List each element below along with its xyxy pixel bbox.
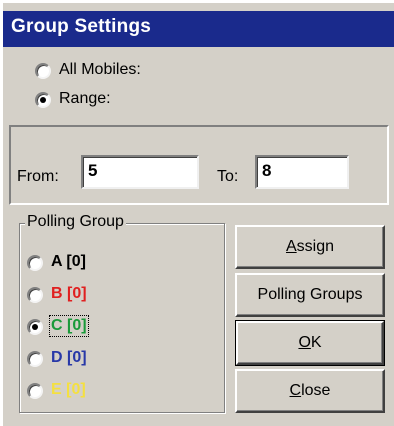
group-c-radio[interactable] [27, 319, 43, 335]
from-input[interactable]: 5 [81, 155, 199, 189]
ok-button[interactable]: OK [235, 320, 385, 366]
window-title: Group Settings [11, 16, 152, 37]
ok-mnemonic: O [298, 334, 311, 351]
ok-label-rest: K [310, 334, 322, 351]
polling-groups-button[interactable]: Polling Groups [235, 273, 385, 317]
group-settings-dialog: Group Settings All Mobiles: Range: From:… [2, 2, 394, 426]
polling-group-box [19, 223, 225, 413]
assign-mnemonic: A [285, 238, 297, 255]
title-bar[interactable]: Group Settings [3, 11, 394, 47]
polling-group-legend: Polling Group [25, 213, 126, 231]
assign-label-rest: ssign [296, 238, 335, 255]
close-button[interactable]: Close [235, 369, 385, 413]
group-e-radio[interactable] [27, 383, 43, 399]
group-d-radio[interactable] [27, 351, 43, 367]
polling-groups-label: Polling Groups [257, 286, 363, 303]
group-d-label: D [0] [51, 349, 87, 366]
group-a-label: A [0] [51, 253, 86, 270]
group-e-label: E [0] [51, 381, 86, 398]
range-radio[interactable] [35, 92, 51, 108]
assign-button[interactable]: Assign [235, 225, 385, 269]
to-label: To: [217, 168, 239, 185]
group-b-radio[interactable] [27, 287, 43, 303]
all-mobiles-radio[interactable] [35, 63, 51, 79]
group-b-label: B [0] [51, 285, 87, 302]
group-a-radio[interactable] [27, 255, 43, 271]
range-label: Range: [59, 90, 111, 107]
all-mobiles-label: All Mobiles: [59, 61, 141, 78]
close-mnemonic: C [289, 382, 302, 399]
group-c-label: C [0] [49, 315, 89, 337]
from-label: From: [17, 168, 59, 185]
close-label-rest: lose [301, 382, 331, 399]
to-input[interactable]: 8 [255, 155, 349, 189]
